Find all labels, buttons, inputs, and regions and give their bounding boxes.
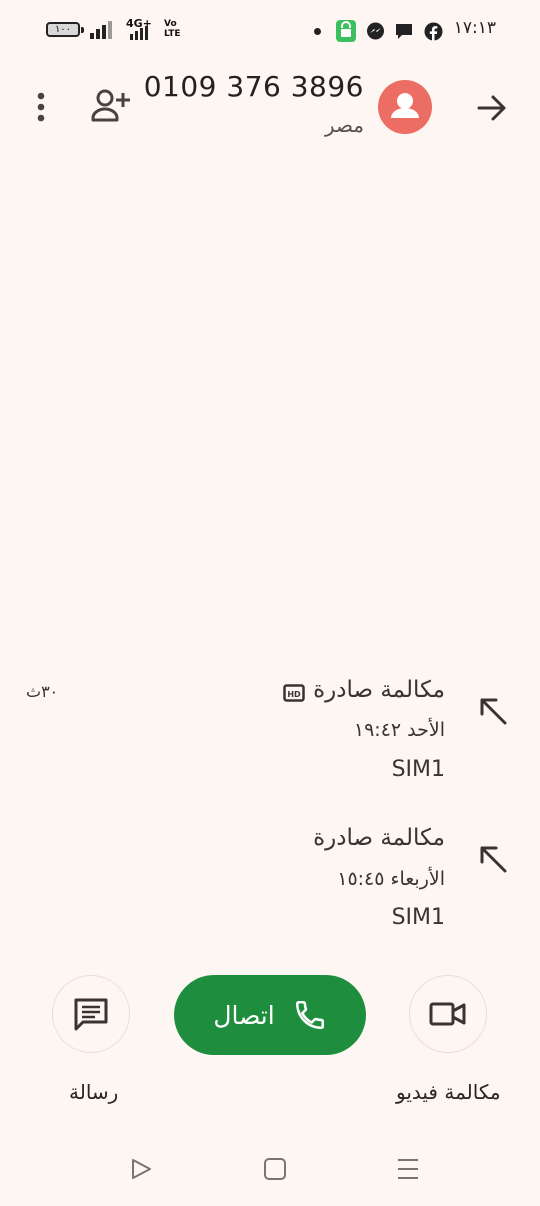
avatar xyxy=(378,80,432,134)
add-person-icon[interactable] xyxy=(90,88,134,124)
facebook-icon xyxy=(424,22,443,41)
call-datetime: الأحد ١٩:٤٢ xyxy=(353,719,445,741)
shopping-icon xyxy=(336,20,356,42)
battery-level: ١٠٠ xyxy=(54,24,72,35)
battery-tip xyxy=(81,27,84,33)
phone-number: 0109 376 3896 xyxy=(143,70,364,103)
call-history-item[interactable]: ٣٠ث HD مكالمة صادرة الأحد ١٩:٤٢ SIM1 xyxy=(20,660,520,790)
call-datetime: الأربعاء ١٥:٤٥ xyxy=(337,868,445,890)
video-camera-icon xyxy=(429,1002,466,1026)
status-bar: ١٠٠ 4G+ Vo LTE ١٧:١٣ xyxy=(0,0,540,62)
recents-nav-icon[interactable] xyxy=(396,1157,420,1181)
call-history-item[interactable]: مكالمة صادرة الأربعاء ١٥:٤٥ SIM1 xyxy=(20,810,520,940)
message-icon xyxy=(74,998,108,1031)
more-vert-icon[interactable] xyxy=(30,90,52,124)
call-sim: SIM1 xyxy=(391,905,445,930)
outgoing-call-icon xyxy=(480,698,507,725)
person-icon xyxy=(391,93,419,118)
dot-icon xyxy=(314,28,321,35)
messenger-icon xyxy=(367,22,384,40)
call-duration: ٣٠ث xyxy=(26,682,59,701)
call-sim: SIM1 xyxy=(391,757,445,782)
signal-icon xyxy=(90,21,112,39)
message-button[interactable] xyxy=(52,975,130,1053)
outgoing-call-icon xyxy=(480,846,507,873)
phone-icon xyxy=(295,1000,324,1030)
signal-2-icon xyxy=(130,26,148,40)
message-label: رسالة xyxy=(69,1080,119,1104)
volte-label: Vo LTE xyxy=(164,19,181,39)
home-nav-icon[interactable] xyxy=(263,1157,287,1181)
call-label: اتصال xyxy=(213,1000,275,1030)
video-call-button[interactable] xyxy=(409,975,487,1053)
call-type: مكالمة صادرة xyxy=(313,677,445,703)
chat-icon xyxy=(396,24,412,39)
hd-icon: HD xyxy=(283,684,305,702)
call-type: مكالمة صادرة xyxy=(313,825,445,851)
svg-text:HD: HD xyxy=(287,690,301,699)
video-call-label: مكالمة فيديو xyxy=(396,1080,501,1104)
country-label: مصر xyxy=(324,113,364,137)
call-button[interactable]: اتصال xyxy=(174,975,366,1055)
back-nav-icon[interactable] xyxy=(130,1157,152,1181)
arrow-forward-icon[interactable] xyxy=(476,92,508,124)
status-time: ١٧:١٣ xyxy=(453,18,496,38)
